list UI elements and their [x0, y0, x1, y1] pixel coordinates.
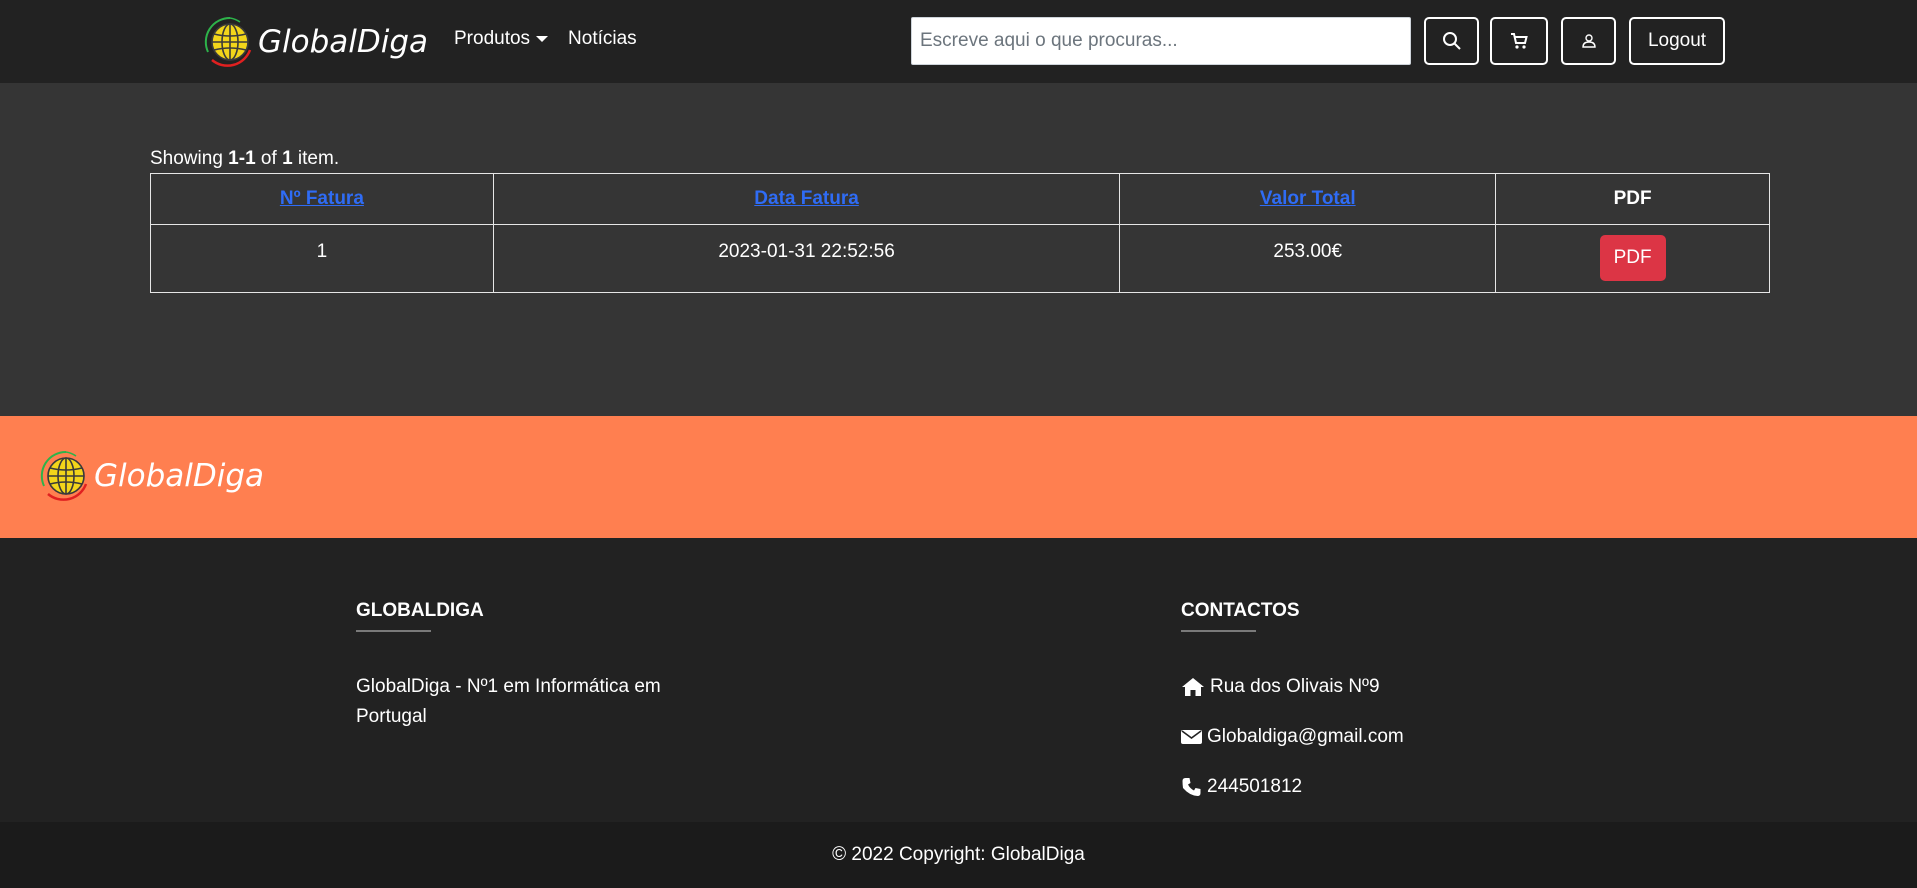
- envelope-icon: [1181, 730, 1202, 744]
- site-footer: GLOBALDIGA GlobalDiga - Nº1 em Informáti…: [0, 538, 1917, 822]
- footer-contacts-title: CONTACTOS: [1181, 600, 1300, 621]
- contact-address-text: Rua dos Olivais Nº9: [1210, 676, 1380, 697]
- copyright-text: © 2022 Copyright: GlobalDiga: [832, 844, 1085, 865]
- header-pdf: PDF: [1495, 173, 1770, 225]
- logout-button[interactable]: Logout: [1629, 17, 1725, 65]
- summary-of: of: [260, 148, 277, 169]
- globe-logo-icon: [204, 16, 252, 67]
- home-icon: [1182, 678, 1204, 696]
- user-account-button[interactable]: [1561, 17, 1616, 65]
- pdf-download-button[interactable]: PDF: [1599, 235, 1666, 281]
- footer-about-text: GlobalDiga - Nº1 em Informática em Portu…: [356, 676, 661, 727]
- cell-invoice-date: 2023-01-31 22:52:56: [492, 224, 1121, 293]
- invoices-table: Nº Fatura Data Fatura Valor Total PDF 1 …: [150, 173, 1770, 293]
- contact-email: Globaldiga@gmail.com: [1181, 722, 1581, 752]
- top-navbar: GlobalDiga Produtos Notícias Logout: [0, 0, 1917, 83]
- sort-invoice-no-link[interactable]: Nº Fatura: [280, 188, 364, 209]
- grid-summary: Showing 1-1 of 1 item.: [150, 148, 339, 170]
- cell-pdf: PDF: [1495, 224, 1770, 293]
- caret-down-icon: [536, 36, 549, 42]
- band-brand-name: GlobalDiga: [94, 458, 265, 494]
- summary-range: 1-1: [228, 148, 256, 169]
- nav-products-dropdown[interactable]: Produtos: [454, 28, 549, 50]
- brand-link[interactable]: GlobalDiga: [200, 10, 428, 74]
- brand-band: GlobalDiga: [0, 416, 1917, 538]
- contact-phone-text: 244501812: [1207, 776, 1303, 797]
- header-invoice-date: Data Fatura: [492, 173, 1121, 225]
- user-icon: [1581, 34, 1596, 48]
- cart-icon: [1511, 33, 1528, 49]
- brand-name: GlobalDiga: [258, 24, 429, 60]
- nav-news-link[interactable]: Notícias: [568, 28, 637, 50]
- nav-links: Produtos Notícias: [454, 28, 637, 50]
- contact-phone: 244501812: [1181, 772, 1581, 802]
- contact-email-text: Globaldiga@gmail.com: [1207, 726, 1404, 747]
- footer-divider: [356, 630, 431, 632]
- table-header-row: Nº Fatura Data Fatura Valor Total PDF: [150, 173, 1770, 225]
- sort-total-value-link[interactable]: Valor Total: [1260, 188, 1356, 209]
- footer-about-title: GLOBALDIGA: [356, 600, 484, 621]
- globe-logo-icon: [40, 450, 88, 501]
- header-total-value: Valor Total: [1119, 173, 1497, 225]
- nav-products-label: Produtos: [454, 28, 531, 49]
- sort-invoice-date-link[interactable]: Data Fatura: [754, 188, 859, 209]
- cell-invoice-no: 1: [150, 224, 494, 293]
- summary-prefix: Showing: [150, 148, 223, 169]
- contact-address: Rua dos Olivais Nº9: [1181, 672, 1581, 702]
- cell-total-value: 253.00€: [1119, 224, 1497, 293]
- footer-divider: [1181, 630, 1256, 632]
- footer-contacts: CONTACTOS Rua dos Olivais Nº9 Globaldiga…: [1181, 600, 1581, 802]
- copyright-bar: © 2022 Copyright: GlobalDiga: [0, 822, 1917, 888]
- cart-button[interactable]: [1490, 17, 1548, 65]
- band-brand: GlobalDiga: [36, 444, 264, 508]
- header-invoice-no: Nº Fatura: [150, 173, 494, 225]
- table-row: 1 2023-01-31 22:52:56 253.00€ PDF: [150, 224, 1770, 293]
- phone-icon: [1182, 778, 1201, 796]
- search-input[interactable]: [911, 17, 1411, 65]
- search-icon: [1442, 32, 1461, 50]
- summary-total: 1: [282, 148, 293, 169]
- summary-suffix: item.: [297, 148, 340, 169]
- footer-about: GLOBALDIGA GlobalDiga - Nº1 em Informáti…: [356, 600, 756, 732]
- search-button[interactable]: [1424, 17, 1479, 65]
